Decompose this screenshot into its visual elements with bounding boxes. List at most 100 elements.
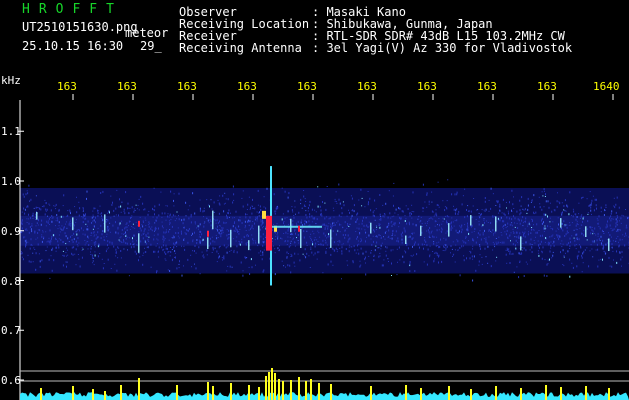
noise-dot [355,221,357,223]
noise-dot [245,230,247,231]
noise-dot [26,190,28,192]
noise-dot [97,212,99,215]
noise-dot [87,248,89,250]
noise-dot [408,221,410,224]
noise-dot [75,248,77,251]
noise-dot [249,273,251,275]
noise-dot [504,231,506,233]
noise-dot [93,216,95,218]
noise-dot [379,252,381,254]
noise-dot [211,252,213,253]
noise-dot [173,193,175,195]
noise-dot [544,241,546,243]
noise-dot [588,205,590,207]
noise-dot [570,241,571,244]
noise-dot [139,216,141,218]
noise-dot [217,225,218,228]
noise-dot [473,239,475,242]
noise-dot [60,239,62,241]
noise-dot [162,244,164,247]
noise-dot [519,260,521,263]
noise-dot [222,259,223,261]
noise-dot [433,261,435,263]
noise-dot [300,198,302,201]
noise-dot [192,240,194,243]
noise-dot [518,237,520,239]
noise-dot [471,231,473,233]
noise-dot [219,245,221,247]
noise-dot [445,239,447,241]
noise-dot [564,199,566,202]
noise-dot [394,212,396,214]
noise-dot [28,222,30,225]
noise-dot [75,231,77,233]
noise-dot [487,245,489,248]
noise-dot [148,225,150,228]
noise-dot [505,227,507,229]
noise-dot [319,236,321,238]
noise-dot [456,232,458,234]
noise-dot [391,275,392,276]
noise-dot [236,236,238,238]
noise-dot [466,209,467,211]
noise-dot [363,224,365,227]
noise-dot [246,257,248,258]
noise-dot [86,197,87,200]
noise-dot [521,219,523,222]
noise-dot [71,239,73,241]
noise-dot [173,242,175,245]
noise-dot [446,215,448,218]
noise-dot [505,253,507,256]
noise-dot [421,223,423,225]
noise-dot [63,226,65,229]
noise-dot [472,248,473,250]
noise-dot [35,268,37,271]
noise-dot [413,211,415,213]
noise-dot [371,243,373,246]
noise-dot [317,186,319,188]
noise-dot [489,230,491,232]
noise-dot [404,230,406,233]
noise-dot [547,263,549,265]
noise-dot [620,222,622,224]
noise-dot [173,199,174,202]
noise-dot [616,224,618,226]
noise-dot [337,220,339,222]
x-unit-label: kHz [1,74,21,87]
noise-dot [569,224,571,226]
noise-dot [373,259,375,262]
noise-dot [369,197,371,200]
noise-dot [422,183,424,186]
noise-dot [577,224,579,226]
noise-dot [568,232,569,234]
noise-dot [478,212,480,214]
noise-dot [434,252,435,254]
noise-dot [81,247,83,249]
noise-dot [133,245,135,248]
noise-dot [388,224,390,227]
noise-dot [335,201,337,203]
noise-dot [443,218,445,220]
noise-dot [364,258,366,261]
noise-dot [450,252,451,254]
noise-dot [23,207,25,210]
noise-dot [593,209,595,212]
noise-dot [222,257,224,259]
noise-dot [321,224,323,226]
noise-dot [190,213,192,216]
noise-dot [370,250,372,251]
noise-dot [147,213,149,216]
noise-dot [602,239,604,242]
noise-dot [326,237,327,239]
noise-dot [493,234,494,236]
noise-dot [294,200,296,202]
noise-dot [84,233,86,236]
noise-dot [623,215,625,217]
noise-dot [518,276,520,279]
noise-dot [381,237,382,239]
noise-dot [494,246,496,248]
noise-dot [179,260,180,263]
noise-dot [227,246,229,248]
noise-dot [45,231,47,233]
noise-dot [530,202,532,203]
